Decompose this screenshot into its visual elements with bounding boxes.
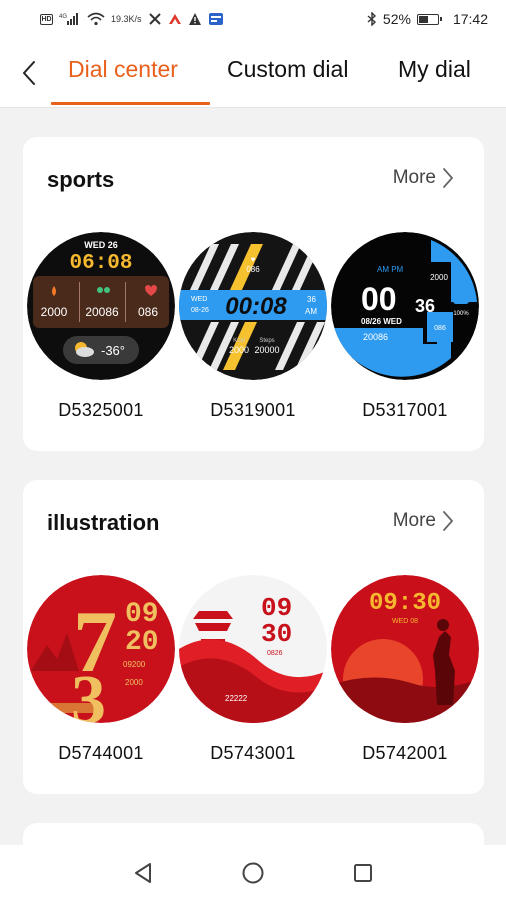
more-label: More bbox=[392, 167, 436, 188]
status-bar: HD 4G 19.3 K/s 52% 17:42 bbox=[0, 0, 506, 38]
dial-item[interactable]: WED 26 06:08 2000 20086 086 -36° D532500… bbox=[27, 232, 175, 421]
section-card-sports: sports More WED 26 06:08 2000 20086 086 … bbox=[23, 137, 484, 451]
dial-code: D5325001 bbox=[58, 400, 144, 420]
clock: 17:42 bbox=[452, 11, 488, 27]
status-right: 52% 17:42 bbox=[367, 11, 488, 27]
dial-item[interactable]: ♥ 086 WED 08-26 00:08 36 AM Kcal Steps 2… bbox=[179, 232, 327, 421]
dial-temp: -36° bbox=[101, 343, 125, 358]
dial-heart: 086 bbox=[246, 265, 260, 274]
section-title: sports bbox=[47, 167, 115, 192]
system-nav-bar bbox=[0, 845, 506, 900]
dial-steps: 20000 bbox=[254, 345, 279, 355]
dial-hour: 09 bbox=[125, 599, 159, 630]
dial-calories: 2000 bbox=[430, 273, 448, 282]
dial-line2: 2000 bbox=[125, 678, 143, 687]
dial-steps: 20086 bbox=[363, 332, 388, 342]
speed-value: 19.3 bbox=[111, 13, 129, 24]
dial-preview: WED 26 06:08 2000 20086 086 -36° bbox=[27, 232, 175, 380]
dial-ampm: AM PM bbox=[377, 265, 404, 274]
net-type: 4G bbox=[59, 14, 67, 20]
dial-steps: 20086 bbox=[85, 305, 119, 319]
dial-ampm: AM bbox=[305, 307, 317, 316]
svg-text:♥: ♥ bbox=[251, 255, 256, 264]
tab-custom-dial[interactable]: Custom dial bbox=[227, 56, 348, 83]
dial-day: WED bbox=[191, 296, 207, 303]
dial-stat: 22222 bbox=[225, 694, 248, 703]
dial-item[interactable]: 09:30 WED 08 D5742001 bbox=[331, 575, 479, 764]
tools-icon bbox=[148, 12, 162, 26]
dial-date: 08/26 WED bbox=[361, 317, 402, 326]
hd-badge: HD bbox=[40, 13, 53, 25]
dial-code: D5742001 bbox=[362, 743, 448, 763]
dial-seconds: 36 bbox=[307, 295, 316, 304]
kcal-label: Kcal bbox=[233, 338, 245, 344]
wifi-icon bbox=[87, 12, 105, 26]
triangle-back-icon bbox=[135, 862, 151, 883]
nav-home-button[interactable] bbox=[233, 853, 273, 893]
signal-icon: 4G bbox=[59, 12, 81, 26]
section-title: illustration bbox=[47, 510, 160, 535]
chevron-left-icon bbox=[23, 61, 35, 85]
dial-time: 06:08 bbox=[69, 252, 132, 275]
dial-item[interactable]: AM PM 00 36 08/26 WED 20086 086 2000 100… bbox=[331, 232, 479, 421]
chevron-right-icon bbox=[443, 168, 454, 188]
dial-preview: 09:30 WED 08 bbox=[331, 575, 479, 723]
dial-day: WED 26 bbox=[84, 240, 118, 250]
bluetooth-icon bbox=[367, 12, 377, 26]
dial-calories: 2000 bbox=[41, 305, 68, 319]
square-recents-icon bbox=[354, 863, 372, 882]
tab-my-dial[interactable]: My dial bbox=[398, 56, 471, 83]
more-button[interactable]: More bbox=[393, 510, 454, 532]
dial-percent: 100% bbox=[453, 311, 469, 317]
warning-icon bbox=[188, 12, 202, 26]
status-left: HD 4G 19.3 K/s bbox=[40, 12, 224, 26]
dial-row: WED 26 06:08 2000 20086 086 -36° D532500… bbox=[23, 232, 484, 422]
battery-percent: 52% bbox=[382, 11, 411, 27]
dial-preview: 7 3 09 20 09200 2000 bbox=[27, 575, 175, 723]
dial-code: D5743001 bbox=[210, 743, 296, 763]
nav-back-button[interactable] bbox=[123, 853, 163, 893]
dial-minute: 30 bbox=[261, 619, 292, 649]
dial-seconds: 36 bbox=[415, 296, 435, 316]
active-tab-indicator bbox=[51, 102, 210, 105]
dial-heart: 086 bbox=[138, 305, 158, 319]
dial-big-digit-2: 3 bbox=[71, 662, 106, 723]
dial-kcal: 2000 bbox=[229, 345, 249, 355]
battery-fill bbox=[418, 15, 428, 23]
dial-heart: 086 bbox=[434, 325, 446, 332]
dial-preview: 09 30 0826 22222 bbox=[179, 575, 327, 723]
dial-code: D5744001 bbox=[58, 743, 144, 763]
dial-date: 08-26 bbox=[191, 307, 209, 314]
dial-small: 0826 bbox=[267, 650, 283, 657]
dial-code: D5319001 bbox=[210, 400, 296, 420]
dial-row: 7 3 09 20 09200 2000 D5744001 09 30 0826… bbox=[23, 575, 484, 765]
app-notification-icon bbox=[168, 12, 182, 26]
more-label: More bbox=[392, 510, 436, 531]
header: Dial center Custom dial My dial bbox=[0, 38, 506, 108]
steps-label: Steps bbox=[259, 338, 274, 344]
dial-code: D5317001 bbox=[362, 400, 448, 420]
dial-item[interactable]: 7 3 09 20 09200 2000 D5744001 bbox=[27, 575, 175, 764]
tab-dial-center[interactable]: Dial center bbox=[68, 56, 178, 83]
back-button[interactable] bbox=[14, 56, 44, 90]
network-speed: 19.3 K/s bbox=[111, 13, 142, 24]
circle-home-icon bbox=[242, 862, 264, 883]
dial-hours: 00 bbox=[361, 281, 397, 317]
footprint-icon bbox=[97, 287, 103, 293]
more-button[interactable]: More bbox=[393, 167, 454, 189]
dial-time: 00:08 bbox=[225, 293, 287, 320]
nav-recents-button[interactable] bbox=[343, 853, 383, 893]
speed-unit: K/s bbox=[128, 13, 142, 24]
battery-icon bbox=[416, 13, 442, 25]
chevron-right-icon bbox=[443, 511, 454, 531]
dial-preview: ♥ 086 WED 08-26 00:08 36 AM Kcal Steps 2… bbox=[179, 232, 327, 380]
dial-line1: 09200 bbox=[123, 660, 146, 669]
dial-minute: 20 bbox=[125, 627, 159, 658]
dial-time: 09:30 bbox=[369, 590, 441, 617]
app-badge-icon bbox=[208, 12, 224, 26]
dial-item[interactable]: 09 30 0826 22222 D5743001 bbox=[179, 575, 327, 764]
section-card-illustration: illustration More 7 3 09 20 09200 2000 D… bbox=[23, 480, 484, 794]
dial-preview: AM PM 00 36 08/26 WED 20086 086 2000 100… bbox=[331, 232, 479, 380]
dial-day: WED 08 bbox=[392, 618, 418, 625]
